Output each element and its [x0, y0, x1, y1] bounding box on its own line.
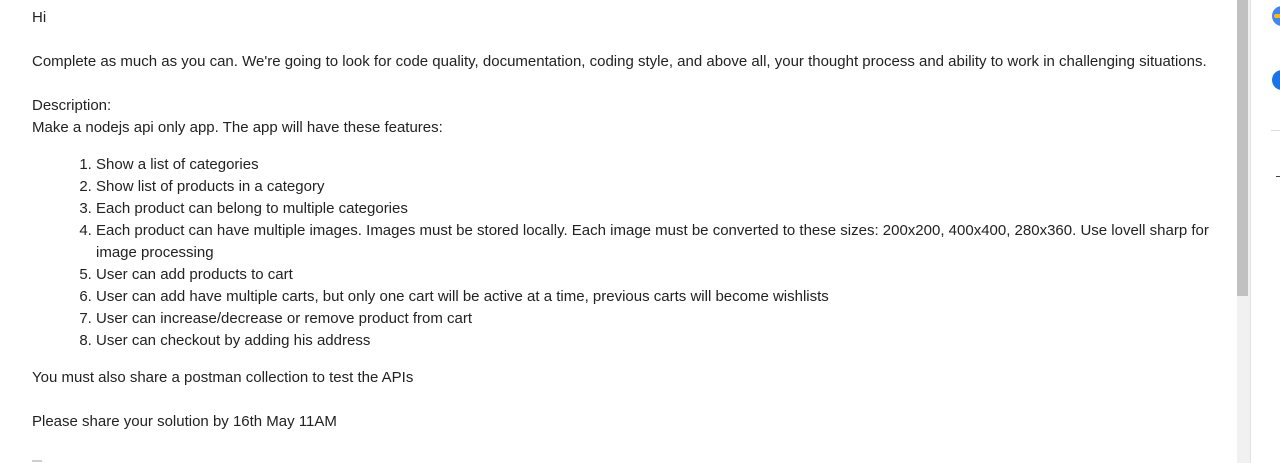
list-item: Show a list of categories — [96, 154, 1227, 176]
postman-note: You must also share a postman collection… — [32, 369, 414, 386]
feature-list: Show a list of categories Show list of p… — [32, 154, 1227, 352]
list-item: Show list of products in a category — [96, 176, 1227, 198]
scrollbar-thumb[interactable] — [1237, 0, 1248, 296]
email-body: Hi Complete as much as you can. We're go… — [32, 7, 1227, 433]
scrollbar-track[interactable] — [1237, 0, 1250, 463]
side-panel — [1251, 0, 1280, 463]
calendar-icon[interactable] — [1272, 6, 1280, 26]
trimmed-content-indicator[interactable] — [32, 460, 42, 462]
description-label: Description: — [32, 97, 112, 114]
greeting: Hi — [32, 9, 47, 26]
deadline-note: Please share your solution by 16th May 1… — [32, 413, 337, 430]
list-item: Each product can belong to multiple cate… — [96, 198, 1227, 220]
list-item: User can add have multiple carts, but on… — [96, 286, 1227, 308]
add-addon-icon[interactable] — [1276, 176, 1280, 177]
side-panel-divider — [1271, 130, 1280, 131]
list-item: User can add products to cart — [96, 264, 1227, 286]
description-text: Make a nodejs api only app. The app will… — [32, 119, 443, 136]
list-item: User can checkout by adding his address — [96, 330, 1227, 352]
list-item: Each product can have multiple images. I… — [96, 220, 1227, 264]
tasks-icon[interactable] — [1272, 70, 1280, 90]
email-pane: Hi Complete as much as you can. We're go… — [0, 0, 1237, 463]
list-item: User can increase/decrease or remove pro… — [96, 308, 1227, 330]
intro-paragraph: Complete as much as you can. We're going… — [32, 53, 1207, 70]
